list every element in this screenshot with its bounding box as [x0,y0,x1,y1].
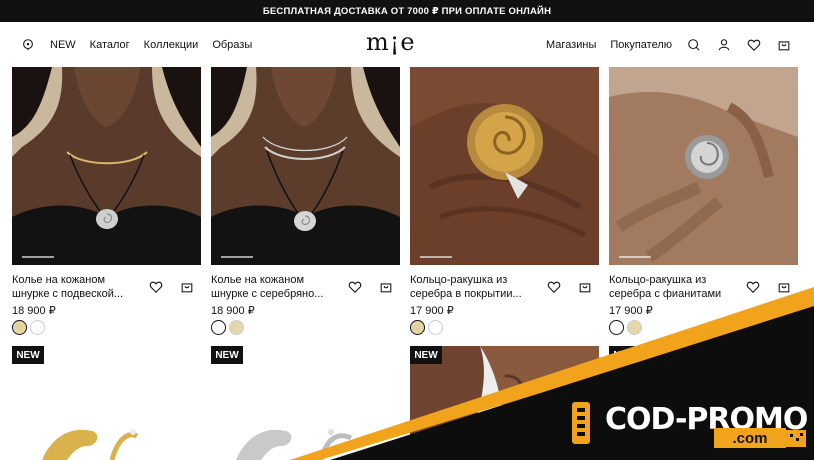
carousel-indicator [221,256,253,258]
heart-icon[interactable] [746,37,762,53]
swatch-gold[interactable] [627,320,642,335]
brand-logo[interactable]: m¡e [366,28,416,56]
heart-icon[interactable] [348,280,362,294]
product-title[interactable]: Колье на кожаном шнурке с серебряно... [211,273,336,301]
nav-catalog[interactable]: Каталог [90,39,130,51]
location-icon[interactable] [20,37,36,53]
promo-watermark-suffix: .com [714,428,786,448]
swatch-gold[interactable] [12,320,27,335]
color-swatches [211,320,244,335]
new-badge: NEW [12,346,44,364]
product-price: 18 900 ₽ [12,305,56,317]
site-header: NEW Каталог Коллекции Образы m¡e Магазин… [0,22,814,67]
new-badge: NEW [211,346,243,364]
color-swatches [12,320,45,335]
product-price: 18 900 ₽ [211,305,255,317]
product-photo[interactable] [609,67,798,265]
carousel-indicator [420,256,452,258]
promo-banner: БЕСПЛАТНАЯ ДОСТАВКА ОТ 7000 ₽ ПРИ ОПЛАТЕ… [0,0,814,22]
product-title[interactable]: Кольцо-ракушка из серебра с фианитами [609,273,734,301]
heart-icon[interactable] [547,280,561,294]
new-badge: NEW [609,346,641,364]
heart-icon[interactable] [149,280,163,294]
cart-icon[interactable] [777,280,791,294]
nav-looks[interactable]: Образы [212,39,252,51]
color-swatches [609,320,642,335]
cart-icon[interactable] [776,37,792,53]
swatch-silver[interactable] [30,320,45,335]
swatch-gold[interactable] [229,320,244,335]
carousel-indicator [619,256,651,258]
nav-collections[interactable]: Коллекции [144,39,199,51]
swatch-silver[interactable] [428,320,443,335]
heart-icon[interactable] [746,280,760,294]
cart-icon[interactable] [180,280,194,294]
product-photo[interactable] [12,67,201,265]
nav-customers[interactable]: Покупателю [610,39,672,51]
main-nav: NEW Каталог Коллекции Образы [20,22,252,67]
cart-icon[interactable] [578,280,592,294]
swatch-silver[interactable] [609,320,624,335]
user-icon[interactable] [716,37,732,53]
product-title[interactable]: Колье на кожаном шнурке с подвеской... [12,273,137,301]
new-badge: NEW [410,346,442,364]
search-icon[interactable] [686,37,702,53]
product-price: 17 900 ₽ [609,305,653,317]
product-photo[interactable] [211,67,400,265]
cart-icon[interactable] [379,280,393,294]
color-swatches [410,320,443,335]
product-title[interactable]: Кольцо-ракушка из серебра в покрытии... [410,273,535,301]
nav-stores[interactable]: Магазины [546,39,596,51]
carousel-indicator [22,256,54,258]
swatch-silver[interactable] [211,320,226,335]
utility-nav: Магазины Покупателю [546,22,792,67]
product-price: 17 900 ₽ [410,305,454,317]
swatch-gold[interactable] [410,320,425,335]
product-photo[interactable] [410,67,599,265]
nav-new[interactable]: NEW [50,39,76,51]
